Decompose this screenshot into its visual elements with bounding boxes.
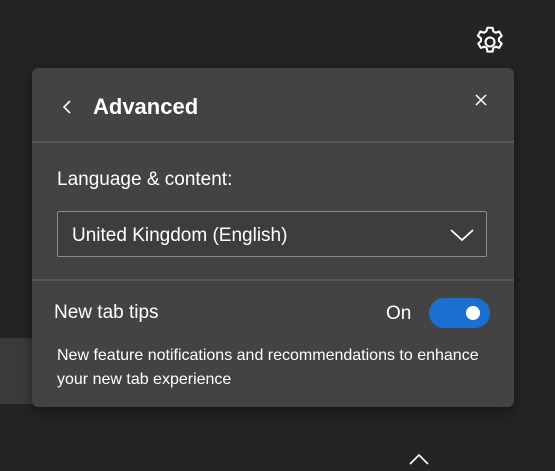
new-tab-tips-state: On (386, 303, 412, 324)
chevron-left-icon (62, 100, 71, 114)
toggle-knob (466, 306, 480, 320)
language-select-value: United Kingdom (English) (72, 225, 288, 246)
language-select[interactable]: United Kingdom (English) (57, 211, 487, 257)
close-icon (475, 94, 487, 106)
gear-icon (476, 26, 503, 53)
chevron-up-icon (409, 453, 429, 465)
settings-button[interactable] (472, 24, 508, 60)
close-button[interactable] (471, 90, 491, 110)
chevron-down-icon (450, 229, 474, 242)
new-tab-tips-label: New tab tips (54, 302, 159, 323)
new-tab-tips-description: New feature notifications and recommenda… (57, 347, 479, 388)
back-button[interactable] (58, 96, 76, 118)
language-label: Language & content: (57, 169, 233, 190)
divider (32, 279, 514, 281)
scroll-up-button[interactable] (405, 450, 433, 466)
panel-title: Advanced (93, 94, 199, 119)
new-tab-tips-toggle[interactable] (429, 298, 490, 328)
advanced-settings-panel: Advanced Language & content: United King… (32, 68, 514, 407)
divider (32, 141, 514, 143)
